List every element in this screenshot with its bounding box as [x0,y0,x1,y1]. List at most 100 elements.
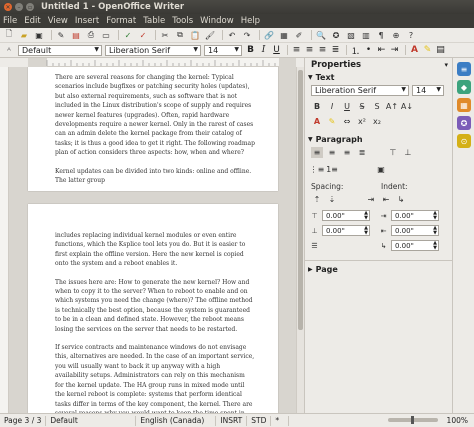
sidebar-highlight-icon[interactable]: ✎ [326,116,338,127]
print-preview-icon[interactable]: ▭ [100,30,112,41]
properties-tab-icon[interactable]: ≡ [457,62,471,76]
align-right-button[interactable]: ≡ [317,45,328,56]
menu-view[interactable]: View [48,16,68,26]
minimize-icon[interactable]: – [15,3,23,11]
paragraph[interactable]: If service contracts and maintenance win… [55,343,255,413]
sidebar-italic-button[interactable]: I [326,101,338,112]
edit-file-icon[interactable]: ✎ [55,30,67,41]
table-icon[interactable]: ▦ [278,30,290,41]
sidebar-justify-button[interactable]: ≣ [356,147,368,158]
first-line-spin[interactable]: 0.00" ▲ ▼ [391,240,439,251]
clone-format-icon[interactable]: 🖌 [204,30,216,41]
sidebar-font-color-button[interactable]: A [311,116,323,127]
sidebar-valign-icon[interactable]: ⊤ [387,147,399,158]
autospell-icon[interactable]: ✓ [137,30,149,41]
spin-arrows-icon[interactable]: ▲ ▼ [433,211,437,221]
zoom-slider-thumb[interactable] [411,416,414,424]
navigator-icon[interactable]: ✪ [330,30,342,41]
undo-icon[interactable]: ↶ [226,30,238,41]
sidebar-superscript-icon[interactable]: x² [356,116,368,127]
bullets-button[interactable]: • [363,45,374,56]
sidebar-menu-icon[interactable]: ▾ [444,61,448,69]
menu-window[interactable]: Window [200,16,234,26]
sidebar-grow-font-button[interactable]: A↑ [386,101,398,112]
paragraph-style-combo[interactable]: Default ▼ [18,44,102,56]
paragraph[interactable]: includes replacing individual kernel mod… [55,231,255,269]
selection-mode[interactable]: STD [247,415,272,426]
document-page[interactable]: There are several reasons for changing t… [28,67,278,191]
zoom-slider[interactable] [388,416,438,424]
save-icon[interactable]: ▣ [33,30,45,41]
close-icon[interactable]: ✕ [4,3,12,11]
sidebar-spacing-icon[interactable]: ⇔ [341,116,353,127]
scrollbar-thumb[interactable] [298,70,303,330]
sidebar-strikethrough-button[interactable]: S̶ [356,101,368,112]
sidebar-underline-button[interactable]: U [341,101,353,112]
spin-arrows-icon[interactable]: ▲ ▼ [433,241,437,251]
sidebar-shadow-button[interactable]: S [371,101,383,112]
sidebar-font-combo[interactable]: Liberation Serif ▼ [311,85,409,96]
justify-button[interactable]: ≣ [330,45,341,56]
hyperlink-icon[interactable]: 🔗 [263,30,275,41]
menu-help[interactable]: Help [241,16,260,26]
sidebar-bullets-button[interactable]: ⋮≡ [310,164,325,175]
menu-table[interactable]: Table [143,16,165,26]
page-text[interactable]: includes replacing individual kernel mod… [55,231,255,413]
increase-spacing-icon[interactable]: ⇡ [311,194,323,205]
redo-icon[interactable]: ↷ [241,30,253,41]
styles-tab-icon[interactable]: ◆ [457,80,471,94]
increase-indent-icon[interactable]: ⇥ [365,194,377,205]
menu-tools[interactable]: Tools [172,16,193,26]
sidebar-align-right-button[interactable]: ≡ [341,147,353,158]
sidebar-align-left-button[interactable]: ≡ [311,147,323,158]
export-pdf-icon[interactable]: ▤ [70,30,82,41]
increase-indent-button[interactable]: ⇥ [389,45,400,56]
decrease-indent-button[interactable]: ⇤ [376,45,387,56]
cut-icon[interactable]: ✂ [159,30,171,41]
page-style[interactable]: Default [46,415,137,426]
after-indent-spin[interactable]: 0.00" ▲ ▼ [391,225,439,236]
gallery-icon[interactable]: ▧ [345,30,357,41]
print-icon[interactable]: ⎙ [85,30,97,41]
spellcheck-icon[interactable]: ✓ [122,30,134,41]
nonprinting-chars-icon[interactable]: ¶ [375,30,387,41]
paragraph[interactable]: The issues here are: How to generate the… [55,278,255,334]
menu-format[interactable]: Format [106,16,136,26]
new-document-icon[interactable]: 🗋 [3,29,15,41]
document-area[interactable]: There are several reasons for changing t… [9,67,296,413]
document-page[interactable]: includes replacing individual kernel mod… [28,204,278,413]
data-sources-icon[interactable]: ▥ [360,30,372,41]
font-color-button[interactable]: A [409,45,420,56]
open-icon[interactable]: ▰ [18,30,30,41]
sidebar-bg-color-icon[interactable]: ▣ [375,164,387,175]
zoom-level[interactable]: 100% [447,416,468,425]
numbering-button[interactable]: ⒈ [350,45,361,57]
align-center-button[interactable]: ≡ [304,45,315,56]
sidebar-align-center-button[interactable]: ≡ [326,147,338,158]
decrease-spacing-icon[interactable]: ⇣ [326,194,338,205]
navigator-tab-icon[interactable]: ✪ [457,116,471,130]
italic-button[interactable]: I [258,45,269,56]
sidebar-size-combo[interactable]: 14 ▼ [412,85,444,96]
copy-icon[interactable]: ⧉ [174,30,186,41]
spin-arrows-icon[interactable]: ▲ ▼ [433,226,437,236]
gallery-tab-icon[interactable]: ▦ [457,98,471,112]
below-spacing-spin[interactable]: 0.00" ▲ ▼ [322,225,370,236]
page-section-header[interactable]: ▶ Page [305,263,452,275]
paragraph-section-header[interactable]: ▼ Paragraph [305,133,452,145]
background-color-icon[interactable]: ▤ [435,45,446,56]
show-draw-functions-icon[interactable]: ✐ [293,30,305,41]
sidebar-subscript-icon[interactable]: x₂ [371,116,383,127]
text-section-header[interactable]: ▼ Text [305,71,452,83]
spin-arrows-icon[interactable]: ▲ ▼ [364,226,368,236]
language[interactable]: English (Canada) [136,415,217,426]
above-spacing-spin[interactable]: 0.00" ▲ ▼ [322,210,370,221]
sidebar-bold-button[interactable]: B [311,101,323,112]
find-replace-icon[interactable]: 🔍 [315,30,327,41]
menu-edit[interactable]: Edit [24,16,40,26]
font-name-combo[interactable]: Liberation Serif ▼ [105,44,201,56]
highlight-icon[interactable]: ✎ [422,45,433,56]
sidebar-numbering-button[interactable]: 1≡ [326,164,338,175]
maximize-icon[interactable]: ▫ [26,3,34,11]
bold-button[interactable]: B [245,45,256,56]
